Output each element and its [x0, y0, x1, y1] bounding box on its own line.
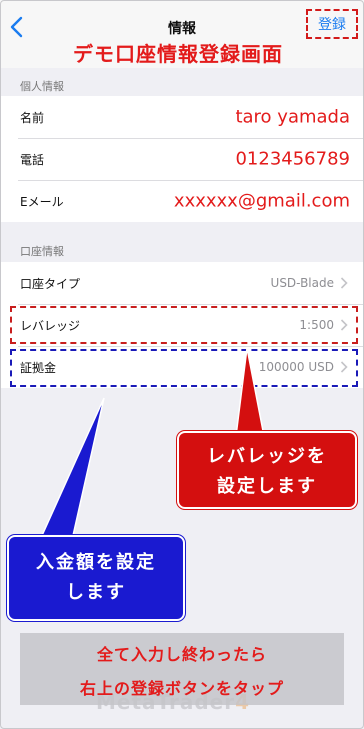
name-label: 名前	[20, 110, 45, 125]
account-type-value: USD-Blade	[270, 276, 334, 290]
margin-row[interactable]: 証拠金 100000 USD	[0, 346, 364, 388]
phone-value: 0123456789	[235, 148, 350, 170]
instruction-box: 全て入力し終わったら 右上の登録ボタンをタップ	[20, 633, 344, 705]
leverage-row[interactable]: レバレッジ 1:500	[0, 304, 364, 346]
chevron-right-icon	[340, 319, 348, 331]
screen-caption: デモ口座情報登録画面	[73, 42, 283, 66]
margin-value: 100000 USD	[258, 360, 334, 374]
leverage-label: レバレッジ	[20, 318, 81, 333]
leverage-callout-line1: レバレッジを	[207, 446, 327, 467]
account-type-label: 口座タイプ	[20, 276, 81, 291]
leverage-callout: レバレッジを 設定します	[177, 431, 357, 509]
instruction-line2: 右上の登録ボタンをタップ	[79, 679, 284, 698]
name-row[interactable]: 名前 taro yamada	[0, 96, 364, 138]
phone-label: 電話	[20, 152, 45, 167]
deposit-callout-line1: 入金額を設定	[36, 552, 156, 573]
account-info-header: 口座情報	[20, 245, 64, 258]
deposit-callout-line2: します	[66, 582, 126, 603]
personal-info-header: 個人情報	[20, 80, 64, 93]
deposit-pointer	[38, 397, 105, 541]
chevron-right-icon	[340, 361, 348, 373]
instruction-line1: 全て入力し終わったら	[96, 645, 267, 664]
deposit-callout: 入金額を設定 します	[7, 535, 185, 621]
email-label: Eメール	[20, 194, 64, 209]
personal-info-group: 名前 taro yamada 電話 0123456789 Eメール xxxxxx…	[0, 96, 364, 222]
account-type-row[interactable]: 口座タイプ USD-Blade	[0, 262, 364, 304]
phone-row[interactable]: 電話 0123456789	[0, 138, 364, 180]
leverage-callout-line2: 設定します	[217, 476, 317, 497]
leverage-value: 1:500	[299, 318, 334, 332]
account-info-group: 口座タイプ USD-Blade レバレッジ 1:500 証拠金 100000 U…	[0, 262, 364, 388]
register-button[interactable]: 登録	[306, 9, 358, 39]
chevron-right-icon	[340, 277, 348, 289]
name-value: taro yamada	[235, 106, 350, 128]
email-row[interactable]: Eメール xxxxxx@gmail.com	[0, 180, 364, 222]
email-value: xxxxxx@gmail.com	[173, 190, 350, 212]
margin-label: 証拠金	[20, 360, 57, 375]
